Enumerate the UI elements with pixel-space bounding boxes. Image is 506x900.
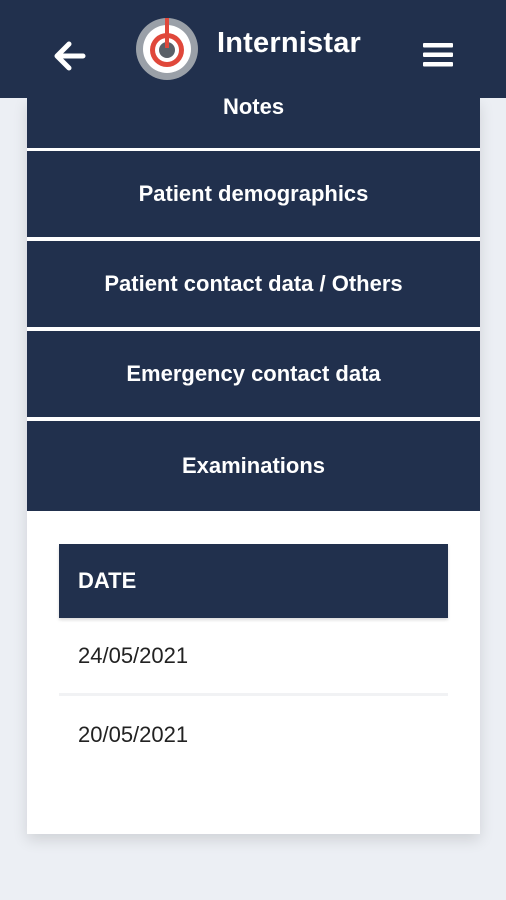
power-target-logo-icon (136, 18, 198, 80)
emergency-contact-data-button[interactable]: Emergency contact data (27, 331, 480, 417)
emergency-contact-data-label: Emergency contact data (126, 361, 381, 386)
app-header: Internistar (0, 0, 506, 98)
app-title: Internistar (217, 27, 362, 59)
patient-demographics-button[interactable]: Patient demographics (27, 151, 480, 237)
app-logo (135, 17, 199, 81)
patient-contact-data-label: Patient contact data / Others (104, 271, 403, 296)
table-row[interactable]: 20/05/2021 (59, 696, 448, 774)
date-column-header: DATE (59, 544, 448, 618)
hamburger-menu-icon (423, 43, 453, 67)
examinations-date-table: DATE 24/05/2021 20/05/2021 (59, 544, 448, 774)
examinations-label: Examinations (181, 453, 326, 478)
menu-button[interactable] (420, 38, 456, 72)
table-row[interactable]: 24/05/2021 (59, 618, 448, 696)
back-button[interactable] (50, 36, 90, 76)
arrow-left-icon (54, 41, 86, 71)
patient-contact-data-button[interactable]: Patient contact data / Others (27, 241, 480, 327)
notes-button[interactable]: Notes (27, 94, 480, 148)
date-cell: 24/05/2021 (78, 642, 189, 668)
patient-card: Notes Patient demographics Patient conta… (27, 94, 480, 834)
patient-demographics-label: Patient demographics (138, 181, 369, 206)
date-cell: 20/05/2021 (78, 722, 189, 747)
examinations-button[interactable]: Examinations (27, 421, 480, 511)
